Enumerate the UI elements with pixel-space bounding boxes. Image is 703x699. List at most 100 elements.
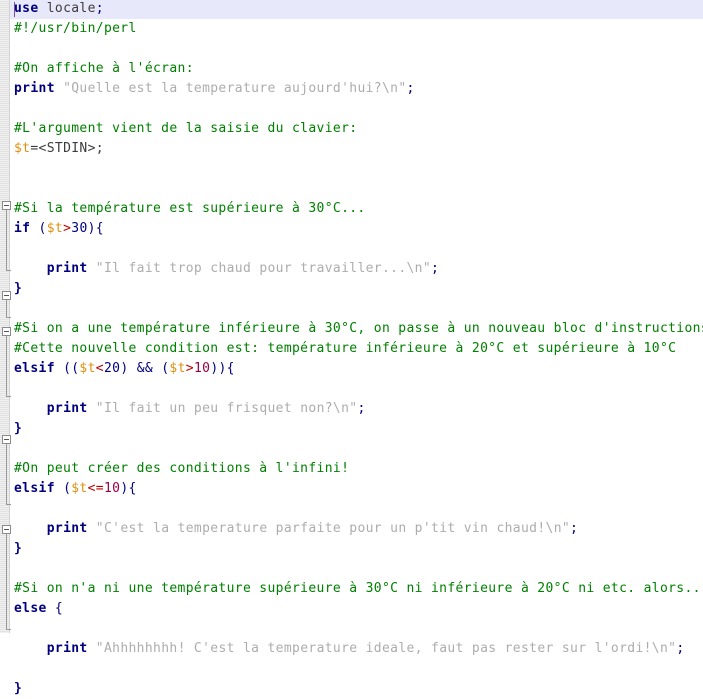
token-pun: (( — [54, 361, 80, 376]
code-line[interactable] — [0, 379, 14, 399]
token-var: $t — [169, 361, 186, 376]
token-kw: print — [14, 81, 55, 96]
code-line-content: print "Quelle est la temperature aujourd… — [0, 79, 415, 99]
code-line[interactable] — [0, 659, 14, 679]
code-line[interactable]: #!/usr/bin/perl — [0, 19, 137, 39]
code-line[interactable] — [0, 99, 14, 119]
token-kw: print — [46, 641, 88, 656]
code-line[interactable]: elsif (($t<20) && ($t>10)){ — [0, 359, 235, 379]
token-numr: 10 — [103, 481, 121, 496]
token-kw: print — [46, 401, 88, 416]
code-line-content: #Si la température est supérieure à 30°C… — [0, 199, 366, 219]
token-str: "Ahhhhhhhh! C'est la temperature ideale,… — [95, 641, 677, 656]
code-line[interactable]: else { — [0, 599, 63, 619]
code-line[interactable]: } — [0, 539, 22, 559]
code-line-content: $t=<STDIN>; — [0, 139, 104, 159]
token-kw: elsif — [14, 361, 55, 376]
code-line[interactable]: #Si la température est supérieure à 30°C… — [0, 199, 366, 219]
token-pun: )){ — [210, 361, 235, 376]
code-line[interactable]: #Cette nouvelle condition est: températu… — [0, 339, 676, 359]
token-kw: use — [14, 1, 39, 16]
token-plain: =<STDIN>; — [30, 141, 104, 156]
code-line-content: } — [0, 419, 22, 439]
code-line[interactable]: #On affiche à l'écran: — [0, 59, 194, 79]
code-text-area[interactable]: use locale; #!/usr/bin/perl #On affiche à … — [0, 0, 703, 696]
token-pun: ) — [120, 361, 137, 376]
token-pun: ( — [153, 361, 170, 376]
code-line[interactable] — [0, 439, 14, 459]
token-pun: && — [136, 361, 154, 376]
code-line[interactable] — [0, 159, 14, 179]
code-line[interactable]: print "Il fait trop chaud pour travaille… — [0, 259, 439, 279]
code-line[interactable]: #L'argument vient de la saisie du clavie… — [0, 119, 357, 139]
token-pun: ){ — [87, 221, 104, 236]
code-line[interactable]: print "Ahhhhhhhh! C'est la temperature i… — [0, 639, 685, 659]
code-line-content: #On affiche à l'écran: — [0, 59, 194, 79]
token-var: $t — [71, 481, 88, 496]
code-line[interactable] — [0, 559, 14, 579]
token-pun: ; — [95, 1, 104, 16]
code-line[interactable]: #Si on a une température inférieure à 30… — [0, 319, 703, 339]
code-line-content: print "Il fait trop chaud pour travaille… — [0, 259, 439, 279]
token-num: 20 — [103, 361, 121, 376]
code-line-content: print "Il fait un peu frisquet non?\n"; — [0, 399, 366, 419]
token-pun: ( — [54, 481, 72, 496]
code-line-content: if ($t>30){ — [0, 219, 104, 239]
token-cmt: #On affiche à l'écran: — [14, 61, 194, 76]
token-op: < — [95, 361, 104, 376]
code-line[interactable]: print "Quelle est la temperature aujourd… — [0, 79, 415, 99]
current-line-highlight — [10, 0, 703, 19]
code-line[interactable]: print "Il fait un peu frisquet non?\n"; — [0, 399, 366, 419]
code-editor[interactable]: use locale; #!/usr/bin/perl #On affiche à … — [0, 0, 703, 696]
code-line[interactable] — [0, 619, 14, 639]
code-line[interactable]: #Si on n'a ni une température supérieure… — [0, 579, 703, 599]
code-line[interactable]: } — [0, 419, 22, 439]
code-line[interactable]: print "C'est la temperature parfaite pou… — [0, 519, 578, 539]
token-pun: ; — [406, 81, 415, 96]
code-line[interactable]: #On peut créer des conditions à l'infini… — [0, 459, 349, 479]
token-var: $t — [79, 361, 96, 376]
code-line[interactable] — [0, 239, 14, 259]
code-line[interactable] — [0, 499, 14, 519]
token-kw: if — [14, 221, 31, 236]
token-pun: ; — [570, 521, 579, 536]
token-kw: print — [46, 521, 88, 536]
code-line-content: print "C'est la temperature parfaite pou… — [0, 519, 578, 539]
code-line-content: else { — [0, 599, 63, 619]
code-line-content: #On peut créer des conditions à l'infini… — [0, 459, 349, 479]
code-line-content: elsif ($t<=10){ — [0, 479, 137, 499]
code-line[interactable]: if ($t>30){ — [0, 219, 104, 239]
token-brc: } — [14, 281, 23, 296]
code-line[interactable]: } — [0, 279, 22, 299]
token-pun: ){ — [120, 481, 137, 496]
token-kw: print — [46, 261, 88, 276]
token-cmt: #Si on a une température inférieure à 30… — [14, 321, 703, 336]
code-line-content: elsif (($t<20) && ($t>10)){ — [0, 359, 235, 379]
token-kw: else — [14, 601, 47, 616]
token-kw: elsif — [14, 481, 55, 496]
code-line[interactable]: $t=<STDIN>; — [0, 139, 104, 159]
code-line[interactable] — [0, 39, 14, 59]
token-op: <= — [87, 481, 104, 496]
token-pun: ( — [30, 221, 47, 236]
code-line[interactable] — [0, 299, 14, 319]
token-cmt: #!/usr/bin/perl — [14, 21, 137, 36]
code-line-content: } — [0, 539, 22, 559]
code-line[interactable]: elsif ($t<=10){ — [0, 479, 137, 499]
token-op: > — [185, 361, 194, 376]
code-line[interactable]: use locale; — [0, 0, 104, 19]
token-pun: ; — [676, 641, 685, 656]
code-line[interactable] — [0, 179, 14, 199]
token-pun: ; — [357, 401, 366, 416]
token-pun: ; — [431, 261, 440, 276]
token-cmt: #Si la température est supérieure à 30°C… — [14, 201, 366, 216]
code-line[interactable]: } — [0, 679, 22, 699]
code-line-content: #Si on a une température inférieure à 30… — [0, 319, 703, 339]
code-line-content: use locale; — [0, 0, 104, 19]
